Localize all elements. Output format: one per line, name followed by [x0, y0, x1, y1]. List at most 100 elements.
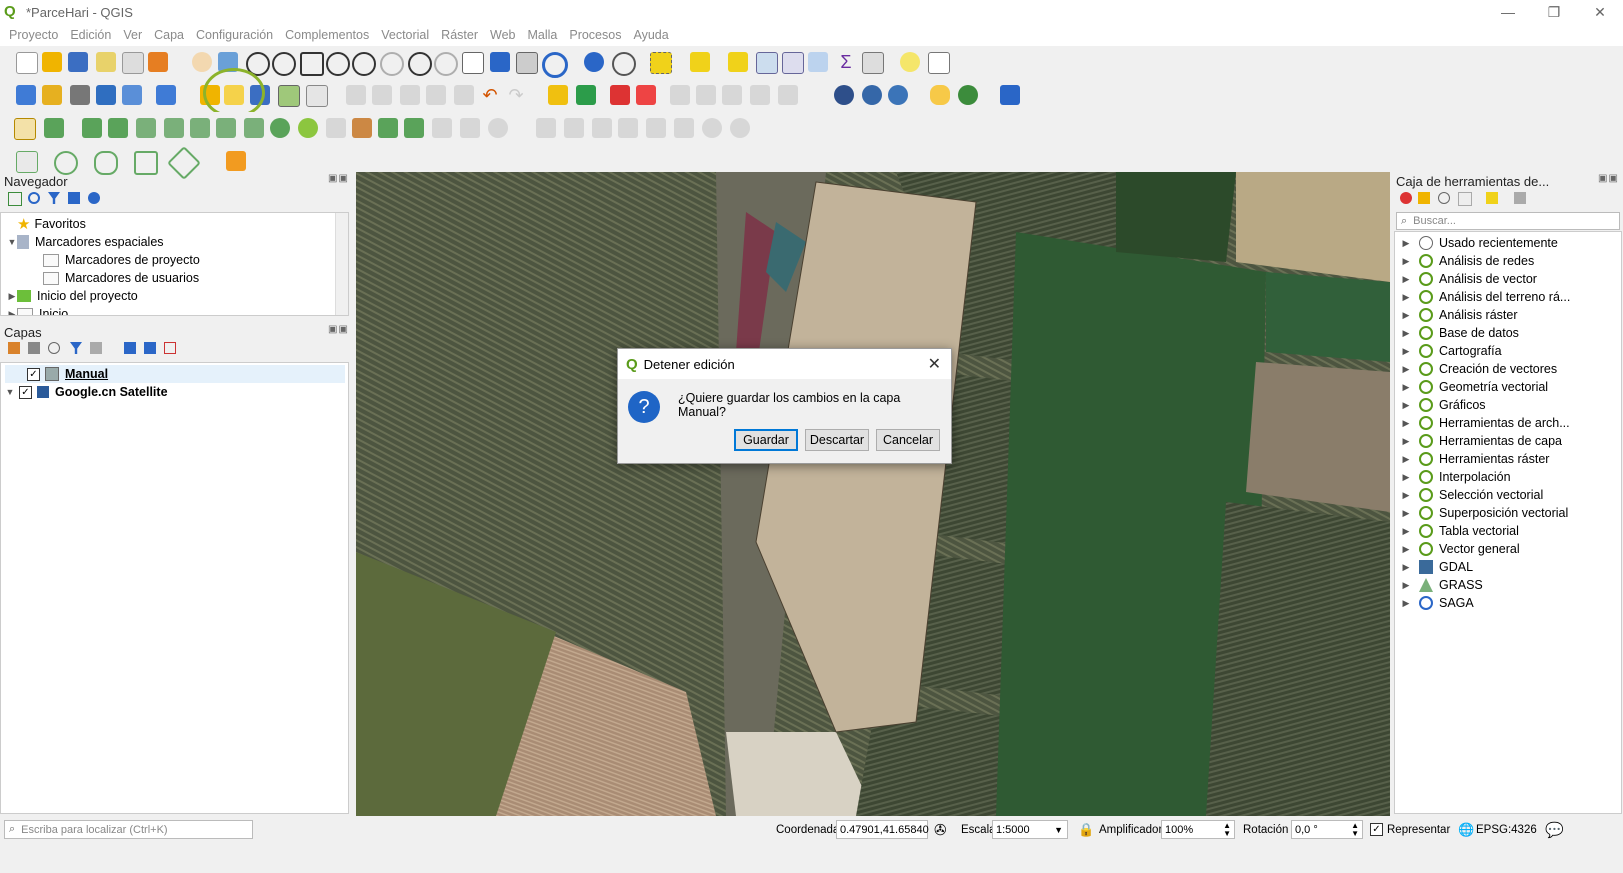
toolbox-item-database[interactable]: ▶ Base de datos [1401, 324, 1519, 342]
toolbox-item-grass[interactable]: ▶ GRASS [1401, 576, 1483, 594]
toolbox-item-saga[interactable]: ▶ SAGA [1401, 594, 1474, 612]
chevron-right-icon[interactable]: ▶ [1401, 292, 1411, 303]
menu-vectorial[interactable]: Vectorial [381, 28, 429, 42]
toolbox-item-interpolation[interactable]: ▶ Interpolación [1401, 468, 1511, 486]
plugin-globe-b-icon[interactable] [862, 85, 882, 105]
rotate-point-symbols-icon[interactable] [352, 118, 372, 138]
chevron-right-icon[interactable]: ▶ [1401, 310, 1411, 321]
toolbox-item-recent[interactable]: ▶ Usado recientemente [1401, 234, 1558, 252]
add-polygon-feature-icon[interactable] [278, 85, 300, 107]
tree-item-inicio-proyecto[interactable]: ▶ Inicio del proyecto [7, 287, 138, 305]
chevron-right-icon[interactable]: ▶ [1401, 436, 1411, 447]
shape-digitize-b-icon[interactable] [564, 118, 584, 138]
toolbox-item-file-tools[interactable]: ▶ Herramientas de arch... [1401, 414, 1570, 432]
menu-configuracion[interactable]: Configuración [196, 28, 273, 42]
chevron-right-icon[interactable]: ▶ [1401, 346, 1411, 357]
toolbox-float-close-controls[interactable]: ▣▣ [1598, 173, 1619, 184]
offset-curve-icon[interactable] [216, 118, 236, 138]
redo-icon[interactable]: ↷ [506, 85, 526, 105]
collapse-all-icon[interactable] [68, 192, 80, 204]
shape-digitize-a-icon[interactable] [536, 118, 556, 138]
navigator-scrollbar[interactable] [335, 213, 348, 315]
select-features-icon[interactable] [650, 52, 672, 74]
refresh-browser-icon[interactable] [28, 192, 40, 204]
merge-attributes-icon[interactable] [326, 118, 346, 138]
toolbox-item-terreno[interactable]: ▶ Análisis del terreno rá... [1401, 288, 1570, 306]
chevron-right-icon[interactable]: ▶ [1401, 454, 1411, 465]
results-viewer-icon[interactable] [1458, 192, 1472, 206]
new-map-view-icon[interactable] [462, 52, 484, 74]
menu-web[interactable]: Web [490, 28, 515, 42]
copy-features-icon[interactable] [426, 85, 446, 105]
toolbox-item-vector-table[interactable]: ▶ Tabla vectorial [1401, 522, 1519, 540]
chevron-right-icon[interactable]: ▶ [1401, 562, 1411, 573]
add-ellipse-icon[interactable] [94, 151, 118, 175]
rotate-feature-icon[interactable] [488, 118, 508, 138]
identify-features-icon[interactable] [584, 52, 604, 72]
shape-digitize-e-icon[interactable] [646, 118, 666, 138]
zoom-last-icon[interactable] [408, 52, 432, 76]
advanced-digitizing-icon[interactable] [14, 118, 36, 140]
fill-ring-icon[interactable] [108, 118, 128, 138]
toolbox-item-cartography[interactable]: ▶ Cartografía [1401, 342, 1502, 360]
digitize-circular-string-icon[interactable] [16, 151, 38, 173]
discard-button[interactable]: Descartar [805, 429, 869, 451]
menu-capa[interactable]: Capa [154, 28, 184, 42]
cancel-button[interactable]: Cancelar [876, 429, 940, 451]
zoom-selection-icon[interactable] [326, 52, 350, 76]
toggle-extents-mouse-icon[interactable]: ✇ [934, 821, 947, 839]
chevron-right-icon[interactable]: ▶ [1401, 544, 1411, 555]
vertex-tool-icon[interactable] [306, 85, 328, 107]
properties-info-icon[interactable] [88, 192, 100, 204]
magnifier-spinbox[interactable]: 100% ▲ ▼ [1161, 820, 1235, 839]
reshape-icon[interactable] [190, 118, 210, 138]
split-features-icon[interactable] [244, 118, 264, 138]
messages-icon[interactable]: 💬 [1545, 821, 1564, 839]
zoom-full-icon[interactable] [300, 52, 324, 76]
chevron-right-icon[interactable]: ▶ [1401, 238, 1411, 249]
menu-malla[interactable]: Malla [527, 28, 557, 42]
layer-styling-icon[interactable] [8, 342, 20, 354]
diagram-icon[interactable] [576, 85, 596, 105]
pan-hand-icon[interactable] [192, 52, 212, 72]
new-shapefile-layer-icon[interactable] [70, 85, 90, 105]
zoom-native-icon[interactable] [380, 52, 404, 76]
data-source-manager-icon[interactable] [16, 85, 36, 105]
shape-digitize-c-icon[interactable] [592, 118, 612, 138]
tree-item-marcadores-espaciales[interactable]: ▼ Marcadores espaciales [7, 233, 164, 251]
cut-features-icon[interactable] [400, 85, 420, 105]
zoom-layer-icon[interactable] [352, 52, 376, 76]
toolbox-item-vector-creation[interactable]: ▶ Creación de vectores [1401, 360, 1557, 378]
map-canvas[interactable] [356, 172, 1390, 816]
chevron-right-icon[interactable]: ▶ [1401, 472, 1411, 483]
shape-digitize-g-icon[interactable] [702, 118, 722, 138]
menu-procesos[interactable]: Procesos [569, 28, 621, 42]
close-window-button[interactable]: ✕ [1577, 0, 1623, 24]
manage-visibility-icon[interactable] [48, 342, 60, 354]
shape-digitize-d-icon[interactable] [618, 118, 638, 138]
select-by-expression-icon[interactable] [690, 52, 710, 72]
paste-features-icon[interactable] [454, 85, 474, 105]
rotate-label-icon[interactable] [696, 85, 716, 105]
help-icon[interactable] [1000, 85, 1020, 105]
new-project-icon[interactable] [16, 52, 38, 74]
snapping-plugin-icon[interactable] [226, 151, 246, 171]
merge-features-icon[interactable] [298, 118, 318, 138]
delete-selected-icon[interactable] [372, 85, 392, 105]
layer-visibility-checkbox[interactable]: ✓ [19, 385, 32, 399]
shape-digitize-f-icon[interactable] [674, 118, 694, 138]
expand-all-icon[interactable] [124, 342, 136, 354]
python-console-icon[interactable] [930, 85, 950, 105]
render-checkbox[interactable]: ✓ [1370, 823, 1383, 836]
rotation-spinbox[interactable]: 0,0 ° ▲ ▼ [1291, 820, 1363, 839]
toolbox-item-vector-overlay[interactable]: ▶ Superposición vectorial [1401, 504, 1568, 522]
delete-ring-icon[interactable] [136, 118, 156, 138]
remove-layer-icon[interactable] [164, 342, 176, 354]
chevron-right-icon[interactable]: ▶ [1401, 580, 1411, 591]
chevron-down-icon[interactable]: ▼ [7, 237, 17, 247]
layer-visibility-checkbox[interactable]: ✓ [27, 367, 40, 381]
offset-point-symbols-icon[interactable] [378, 118, 398, 138]
chevron-right-icon[interactable]: ▶ [1401, 526, 1411, 537]
chevron-right-icon[interactable]: ▶ [1401, 490, 1411, 501]
layer-row-manual[interactable]: ✓ Manual [5, 365, 345, 383]
